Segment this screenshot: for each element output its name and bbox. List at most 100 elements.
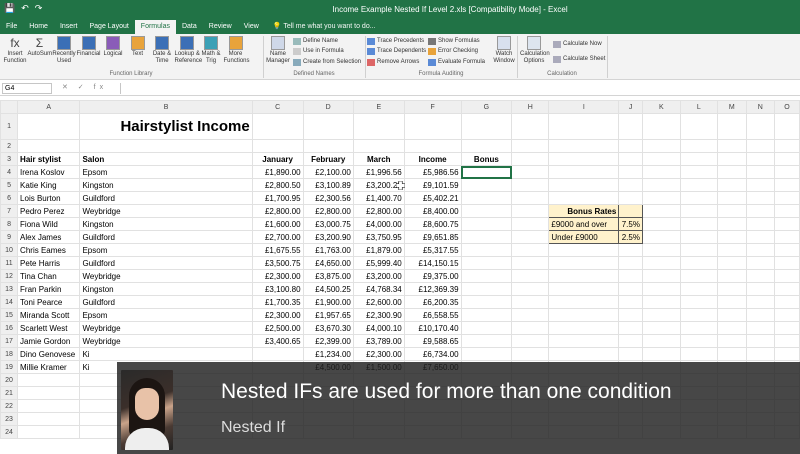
row-header[interactable]: 1 xyxy=(0,113,19,140)
column-header-n[interactable]: N xyxy=(745,100,775,114)
column-header-f[interactable]: F xyxy=(403,100,462,114)
empty-cell[interactable] xyxy=(511,295,550,309)
empty-cell[interactable] xyxy=(511,282,550,296)
empty-cell[interactable] xyxy=(511,347,550,361)
column-header-b[interactable]: B xyxy=(79,100,253,114)
empty-cell[interactable] xyxy=(460,178,513,192)
empty-cell[interactable] xyxy=(716,152,747,166)
calculate-now-button[interactable]: Calculate Now xyxy=(553,39,602,49)
row-header[interactable]: 21 xyxy=(0,386,19,400)
empty-cell[interactable] xyxy=(716,178,747,192)
data-cell[interactable] xyxy=(251,347,304,361)
empty-cell[interactable] xyxy=(641,191,681,205)
empty-cell[interactable] xyxy=(460,256,513,270)
empty-cell[interactable] xyxy=(403,139,462,153)
data-cell[interactable]: Weybridge xyxy=(79,204,253,218)
column-header-a[interactable]: A xyxy=(17,100,81,114)
data-cell[interactable]: £5,999.40 xyxy=(352,256,405,270)
empty-cell[interactable] xyxy=(511,178,550,192)
empty-cell[interactable] xyxy=(511,217,550,231)
empty-cell[interactable] xyxy=(773,334,800,348)
row-header[interactable]: 22 xyxy=(0,399,19,413)
data-cell[interactable]: £4,000.00 xyxy=(352,217,405,231)
sheet-title[interactable]: Hairstylist Income xyxy=(79,113,253,140)
row-header[interactable]: 19 xyxy=(0,360,19,374)
empty-cell[interactable] xyxy=(618,139,643,153)
data-cell[interactable]: £2,399.00 xyxy=(302,334,354,348)
empty-cell[interactable] xyxy=(618,347,643,361)
empty-cell[interactable] xyxy=(302,139,354,153)
empty-cell[interactable] xyxy=(511,269,550,283)
empty-cell[interactable] xyxy=(641,243,681,257)
tab-view[interactable]: View xyxy=(238,20,265,34)
data-cell[interactable]: £1,700.95 xyxy=(251,191,304,205)
empty-cell[interactable] xyxy=(716,347,747,361)
empty-cell[interactable] xyxy=(679,113,718,140)
empty-cell[interactable] xyxy=(511,191,550,205)
data-cell[interactable]: Millie Kramer xyxy=(17,360,81,374)
empty-cell[interactable] xyxy=(460,191,513,205)
empty-cell[interactable] xyxy=(745,113,775,140)
empty-cell[interactable] xyxy=(716,113,747,140)
empty-cell[interactable] xyxy=(773,152,800,166)
row-header[interactable]: 20 xyxy=(0,373,19,387)
empty-cell[interactable] xyxy=(511,139,550,153)
empty-cell[interactable] xyxy=(773,282,800,296)
empty-cell[interactable] xyxy=(641,282,681,296)
empty-cell[interactable] xyxy=(548,334,620,348)
empty-cell[interactable] xyxy=(460,282,513,296)
empty-cell[interactable] xyxy=(745,178,775,192)
data-cell[interactable]: Chris Eames xyxy=(17,243,81,257)
data-cell[interactable]: £2,800.50 xyxy=(251,178,304,192)
ribbon-button-clock[interactable]: Date & Time xyxy=(150,36,174,65)
empty-cell[interactable] xyxy=(679,191,718,205)
empty-cell[interactable] xyxy=(679,165,718,179)
empty-cell[interactable] xyxy=(511,152,550,166)
empty-cell[interactable] xyxy=(548,282,620,296)
empty-cell[interactable] xyxy=(618,321,643,335)
empty-cell[interactable] xyxy=(618,243,643,257)
data-cell[interactable]: Weybridge xyxy=(79,321,253,335)
empty-cell[interactable] xyxy=(773,165,800,179)
row-header[interactable]: 3 xyxy=(0,152,19,166)
empty-cell[interactable] xyxy=(548,269,620,283)
data-cell[interactable]: Guildford xyxy=(79,256,253,270)
data-cell[interactable]: £1,600.00 xyxy=(251,217,304,231)
column-header-o[interactable]: O xyxy=(773,100,800,114)
empty-cell[interactable] xyxy=(745,204,775,218)
data-cell[interactable]: £1,890.00 xyxy=(251,165,304,179)
empty-cell[interactable] xyxy=(641,295,681,309)
data-cell[interactable]: Irena Koslov xyxy=(17,165,81,179)
trace-precedents-button[interactable]: Trace Precedents xyxy=(367,36,424,46)
empty-cell[interactable] xyxy=(548,165,620,179)
empty-cell[interactable] xyxy=(17,412,81,426)
data-cell[interactable]: £6,200.35 xyxy=(403,295,462,309)
empty-cell[interactable] xyxy=(679,295,718,309)
empty-cell[interactable] xyxy=(17,373,81,387)
ribbon-button-book[interactable]: Financial xyxy=(77,36,101,58)
empty-cell[interactable] xyxy=(773,321,800,335)
formula-input[interactable] xyxy=(120,83,798,94)
empty-cell[interactable] xyxy=(679,308,718,322)
bonus-rate-cell[interactable]: 2.5% xyxy=(618,230,643,244)
empty-cell[interactable] xyxy=(716,165,747,179)
empty-cell[interactable] xyxy=(17,113,81,140)
column-header-c[interactable]: C xyxy=(251,100,304,114)
empty-cell[interactable] xyxy=(679,321,718,335)
ribbon-button-lookup[interactable]: Lookup & Reference xyxy=(175,36,202,65)
empty-cell[interactable] xyxy=(618,152,643,166)
empty-cell[interactable] xyxy=(618,165,643,179)
data-cell[interactable]: £4,500.25 xyxy=(302,282,354,296)
empty-cell[interactable] xyxy=(745,217,775,231)
empty-cell[interactable] xyxy=(716,269,747,283)
bonus-rate-cell[interactable]: 7.5% xyxy=(618,217,643,231)
data-cell[interactable]: Guildford xyxy=(79,191,253,205)
data-cell[interactable]: Kingston xyxy=(79,217,253,231)
data-cell[interactable]: £2,700.00 xyxy=(251,230,304,244)
data-cell[interactable]: £9,375.00 xyxy=(403,269,462,283)
data-cell[interactable]: £6,734.00 xyxy=(403,347,462,361)
column-header-h[interactable]: H xyxy=(511,100,550,114)
ribbon-button-theta[interactable]: Math & Trig xyxy=(199,36,223,65)
data-cell[interactable]: Fiona Wild xyxy=(17,217,81,231)
data-cell[interactable]: Ki xyxy=(79,347,253,361)
